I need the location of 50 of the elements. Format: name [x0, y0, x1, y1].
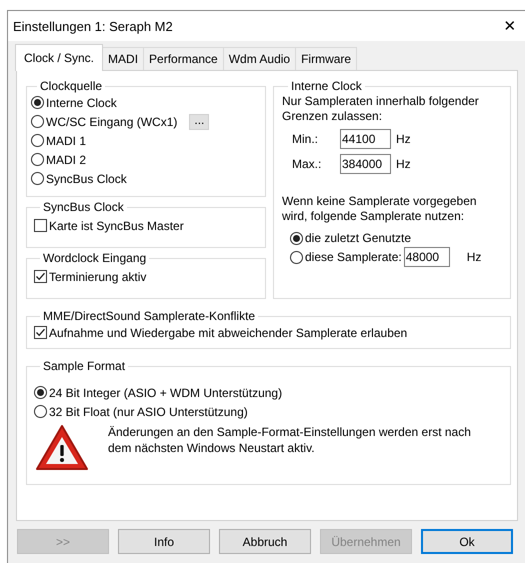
group-title: Sample Format	[42, 359, 126, 373]
description-text: Wenn keine Samplerate vorgegeben wird, folgende Samplerate nutzen:	[282, 194, 478, 224]
dialog-button[interactable]: Ok	[421, 529, 513, 554]
dialog-button[interactable]: Abbruch	[219, 529, 311, 554]
input-field[interactable]: 44100	[340, 129, 391, 149]
input-field[interactable]: 48000	[404, 247, 450, 267]
radio-button[interactable]	[31, 96, 44, 109]
option-label: MADI 2	[46, 152, 86, 166]
option-label: MADI 1	[46, 134, 86, 148]
warning-text: Änderungen an den Sample-Format-Einstellungen werden erst nach dem nächsten Windows Neustart aktiv.	[108, 424, 472, 457]
checkbox-label: Aufnahme und Wiedergabe mit abweichender Samplerate erlauben	[49, 326, 408, 340]
checkbox[interactable]	[34, 270, 47, 283]
window-title: Einstellungen 1: Seraph M2	[13, 18, 173, 34]
group-title: Wordclock Eingang	[42, 251, 148, 265]
tab[interactable]: Clock / Sync.	[15, 44, 104, 71]
option-label: 32 Bit Float (nur ASIO Unterstützung)	[49, 404, 248, 418]
group-title: MME/DirectSound Samplerate-Konflikte	[42, 309, 256, 323]
unit-label: Hz	[396, 132, 411, 146]
group-title: Clockquelle	[39, 79, 104, 93]
option-label: 24 Bit Integer (ASIO + WDM Unterstützung)	[49, 386, 282, 400]
unit-label: Hz	[466, 250, 482, 264]
group-title: SyncBus Clock	[42, 200, 125, 214]
radio-button[interactable]	[290, 250, 303, 264]
field-label: Max.:	[292, 157, 322, 171]
group-title: Interne Clock	[290, 79, 363, 93]
radio-button[interactable]	[34, 405, 47, 418]
input-field[interactable]: 384000	[340, 154, 391, 174]
option-label: die zuletzt Genutzte	[305, 231, 412, 245]
checkbox[interactable]	[34, 326, 47, 339]
radio-button[interactable]	[290, 232, 303, 244]
radio-button[interactable]	[31, 153, 44, 166]
tab[interactable]: Firmware	[295, 47, 358, 70]
checkbox[interactable]	[34, 219, 47, 232]
radio-button[interactable]	[31, 172, 44, 185]
close-button[interactable]: ✕	[495, 17, 525, 35]
description-text: Nur Sampleraten innerhalb folgender Grenzen zulassen:	[282, 94, 480, 124]
radio-button[interactable]	[31, 115, 44, 128]
option-label: SyncBus Clock	[46, 172, 127, 186]
checkbox-label: Terminierung aktiv	[49, 270, 146, 284]
warning-icon	[34, 423, 90, 473]
option-label: Interne Clock	[46, 96, 117, 110]
option-label: WC/SC Eingang (WCx1)	[46, 114, 178, 128]
checkbox-label: Karte ist SyncBus Master	[49, 218, 184, 232]
radio-button[interactable]	[34, 386, 47, 399]
radio-button[interactable]	[31, 134, 44, 147]
option-label: diese Samplerate:	[305, 250, 402, 264]
field-label: Min.:	[292, 132, 320, 146]
browse-button[interactable]: ...	[189, 114, 210, 130]
dialog-button[interactable]: Info	[118, 529, 210, 554]
unit-label: Hz	[396, 157, 411, 171]
